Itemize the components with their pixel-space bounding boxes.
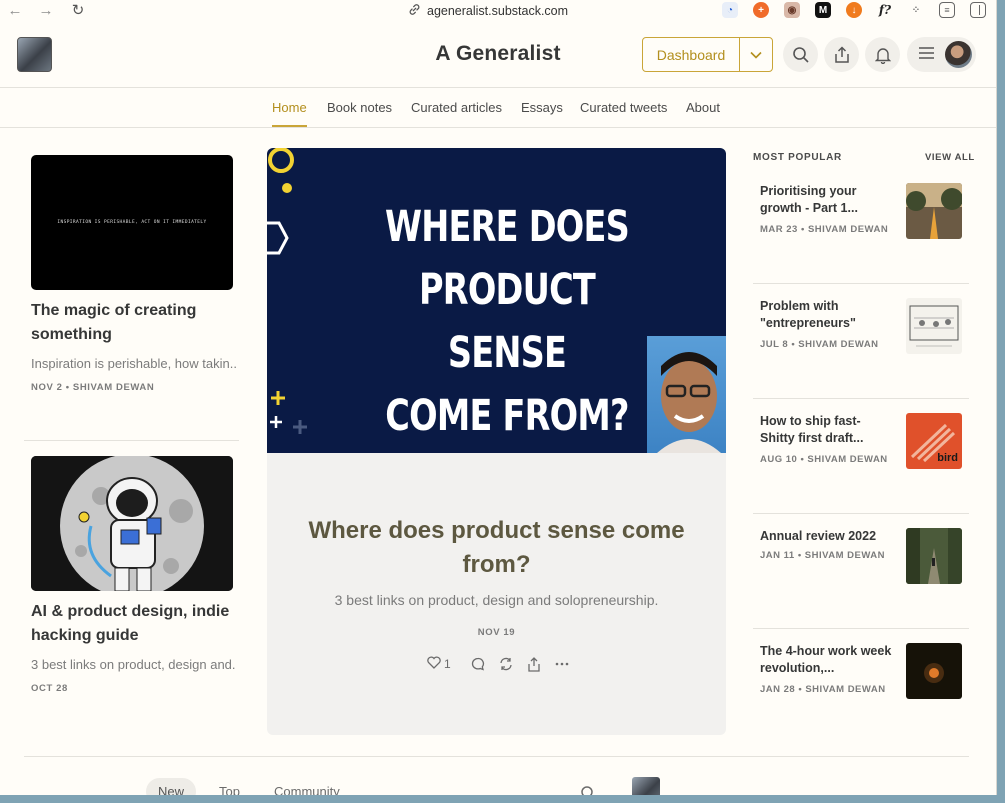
nav-divider [0,127,996,128]
featured-date: NOV 19 [477,627,516,638]
popular-post[interactable]: Problem with "entrepreneurs" JUL 8 • SHI… [753,298,969,398]
popular-post-meta: MAR 23 • SHIVAM DEWAN [760,224,889,235]
link-icon [408,3,421,19]
reload-icon[interactable]: ↻ [69,2,87,20]
post-divider [24,440,239,441]
post-subtitle[interactable]: Inspiration is perishable, how takin... [31,356,236,371]
post-thumbnail[interactable] [31,456,233,591]
nav-item-essays[interactable]: Essays [521,100,563,115]
post-title[interactable]: AI & product design, indie hacking guide [31,600,236,648]
post-meta: NOV 2 • SHIVAM DEWAN [31,382,155,393]
post-actions: 1 [427,656,569,672]
avatar[interactable] [632,777,660,795]
dashboard-button[interactable]: Dashboard [642,37,773,72]
popular-post-meta: AUG 10 • SHIVAM DEWAN [760,454,888,465]
share-icon[interactable] [824,37,859,72]
owl-icon[interactable]: ◉ [784,2,800,18]
image-line: WHERE DOES [384,202,630,252]
search-icon[interactable] [580,785,596,795]
restack-icon[interactable] [499,657,513,671]
menu-button[interactable] [907,37,976,72]
url-text: ageneralist.substack.com [427,4,569,18]
popular-post[interactable]: Annual review 2022 JAN 11 • SHIVAM DEWAN [753,528,969,628]
address-bar[interactable]: ageneralist.substack.com [408,2,568,20]
most-popular-heading: MOST POPULAR [753,152,842,163]
like-count: 1 [444,657,451,671]
popular-post-thumbnail[interactable] [906,183,962,239]
sidebar-icon[interactable] [970,2,986,18]
popular-post-title[interactable]: Prioritising your growth - Part 1... [760,183,895,217]
tab-new[interactable]: New [146,778,197,795]
nav-item-curated-tweets[interactable]: Curated tweets [580,100,667,115]
tab-community[interactable]: Community [262,778,352,795]
browser-window: ← → ↻ ageneralist.substack.com ◔ + ◉ M ↓… [0,0,997,795]
post-meta: OCT 28 [31,683,68,694]
nav-item-about[interactable]: About [686,100,720,115]
nav-item-book-notes[interactable]: Book notes [327,100,392,115]
popular-post-meta: JUL 8 • SHIVAM DEWAN [760,339,879,350]
thumbnail-caption: INSPIRATION IS PERISHABLE, ACT ON IT IMM… [57,220,207,225]
heart-icon [427,656,441,672]
popular-post[interactable]: How to ship fast- Shitty first draft... … [753,413,969,513]
clock-icon[interactable]: ◔ [722,2,738,18]
popular-post[interactable]: The 4-hour work week revolution,... JAN … [753,643,969,743]
post-thumbnail[interactable]: INSPIRATION IS PERISHABLE, ACT ON IT IMM… [31,155,233,290]
featured-image[interactable]: WHERE DOES PRODUCT SENSE COME FROM? [267,148,726,453]
nav-item-home[interactable]: Home [272,100,307,115]
popular-post-meta: JAN 28 • SHIVAM DEWAN [760,684,886,695]
featured-image-text: WHERE DOES PRODUCT SENSE COME FROM? [359,196,655,448]
like-button[interactable]: 1 [427,656,451,672]
popular-post-thumbnail[interactable] [906,528,962,584]
view-all-link[interactable]: VIEW ALL [925,152,975,163]
popular-divider [753,283,969,284]
search-icon[interactable] [783,37,818,72]
popular-post[interactable]: Prioritising your growth - Part 1... MAR… [753,183,969,283]
popular-post-title[interactable]: How to ship fast- Shitty first draft... [760,413,895,447]
nav-item-curated-articles[interactable]: Curated articles [411,100,502,115]
back-arrow-icon[interactable]: ← [6,2,24,20]
post-title[interactable]: The magic of creating something [31,299,236,347]
author-photo [647,336,726,453]
popular-post-thumbnail[interactable]: bird [906,413,962,469]
chevron-down-icon[interactable] [740,38,772,71]
popular-post-meta: JAN 11 • SHIVAM DEWAN [760,550,886,561]
dots-icon[interactable]: ⁘ [908,2,924,18]
avatar[interactable] [945,41,972,68]
featured-title[interactable]: Where does product sense come from? [267,514,726,582]
hamburger-icon[interactable] [919,46,934,64]
feed-divider [24,756,969,757]
featured-subtitle[interactable]: 3 best links on product, design and solo… [267,592,726,608]
dashboard-label[interactable]: Dashboard [643,38,740,71]
m-icon[interactable]: M [815,2,831,18]
note-icon[interactable]: ≡ [939,2,955,18]
image-line: COME FROM? [385,391,629,441]
tab-top[interactable]: Top [207,778,252,795]
popular-post-title[interactable]: Annual review 2022 [760,528,895,545]
thumbnail-caption: bird [937,452,958,464]
plus-icon[interactable]: + [753,2,769,18]
share-icon[interactable] [527,656,541,672]
more-icon[interactable] [555,662,569,666]
popular-post-title[interactable]: The 4-hour work week revolution,... [760,643,895,677]
f-icon[interactable]: f? [877,2,893,18]
forward-arrow-icon[interactable]: → [37,2,55,20]
popular-post-thumbnail[interactable] [906,298,962,354]
bell-icon[interactable] [865,37,900,72]
popular-divider [753,513,969,514]
popular-divider [753,398,969,399]
image-line: PRODUCT SENSE [418,265,596,378]
popular-divider [753,628,969,629]
featured-post[interactable]: WHERE DOES PRODUCT SENSE COME FROM? Wher… [267,148,726,735]
header-divider [0,87,996,88]
astronaut-illustration [31,456,233,591]
comment-icon[interactable] [471,657,485,671]
post-subtitle[interactable]: 3 best links on product, design and... [31,657,236,672]
browser-toolbar: ← → ↻ ageneralist.substack.com ◔ + ◉ M ↓… [0,0,996,22]
download-icon[interactable]: ↓ [846,2,862,18]
section-nav: Home Book notes Curated articles Essays … [0,100,996,116]
popular-post-thumbnail[interactable] [906,643,962,699]
popular-post-title[interactable]: Problem with "entrepreneurs" [760,298,895,332]
